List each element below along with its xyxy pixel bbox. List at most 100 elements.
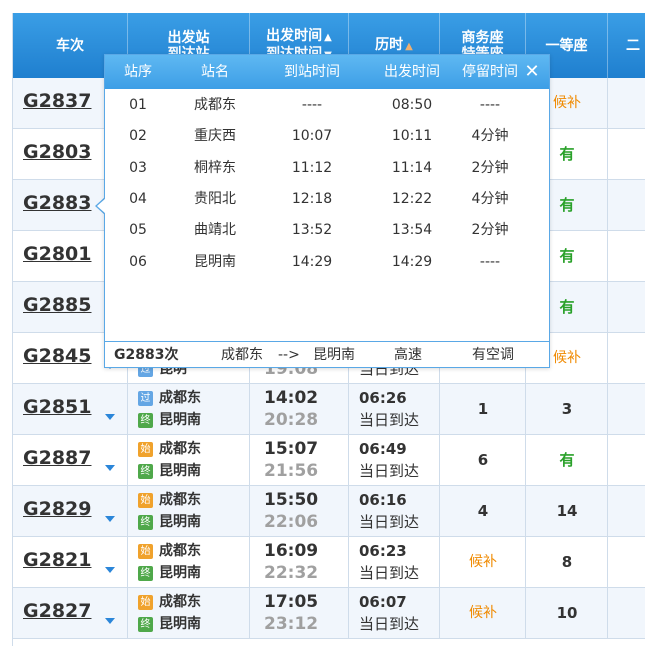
departure-time: 15:07 xyxy=(264,439,319,459)
station-badge-icon: 终 xyxy=(138,617,153,632)
popup-stop-stay: 4分钟 xyxy=(471,190,509,207)
departure-time: 17:05 xyxy=(264,592,319,612)
train-number-link[interactable]: G2887 xyxy=(23,447,91,469)
train-number-link[interactable]: G2827 xyxy=(23,600,91,622)
popup-stop-row: 06 昆明南 14:29 14:29 ---- xyxy=(105,247,549,278)
popup-stop-row: 02 重庆西 10:07 10:11 4分钟 xyxy=(105,121,549,152)
popup-footer: G2883次 成都东 --> 昆明南 高速 有空调 xyxy=(105,341,549,368)
duration: 06:16 xyxy=(359,491,407,509)
station-badge-icon: 始 xyxy=(138,442,153,457)
first-class-seat-status[interactable]: 3 xyxy=(526,384,608,434)
to-station: 终昆明南 xyxy=(138,512,201,532)
popup-stop-row: 01 成都东 ---- 08:50 ---- xyxy=(105,90,549,121)
train-number-link[interactable]: G2821 xyxy=(23,549,91,571)
from-station-name: 成都东 xyxy=(159,543,201,559)
popup-stop-name: 曲靖北 xyxy=(194,222,236,239)
arrival-note: 当日到达 xyxy=(359,615,420,633)
to-station-name: 昆明南 xyxy=(159,412,201,428)
arrival-time: 20:28 xyxy=(264,410,319,430)
to-station-name: 昆明南 xyxy=(159,565,201,581)
header-second-class-label: 二 xyxy=(626,37,640,54)
popup-footer-from: 成都东 xyxy=(221,347,263,363)
arrival-note: 当日到达 xyxy=(359,462,420,480)
popup-stop-seq: 01 xyxy=(129,97,147,113)
train-number-link[interactable]: G2837 xyxy=(23,90,91,112)
popup-stop-row: 03 桐梓东 11:12 11:14 2分钟 xyxy=(105,153,549,184)
popup-footer-type: 高速 xyxy=(394,347,422,363)
from-station-name: 成都东 xyxy=(159,594,201,610)
header-duration-label: 历时 xyxy=(375,36,404,53)
first-class-seat-status[interactable]: 10 xyxy=(526,588,608,638)
table-row: G2827 始成都东终昆明南 17:05 23:12 06:07 当日到达 候补 10 xyxy=(13,588,645,639)
popup-stop-depart: 11:14 xyxy=(391,159,433,176)
table-row: G2851 过成都东终昆明南 14:02 20:28 06:26 当日到达 1 3 xyxy=(13,384,645,435)
station-badge-icon: 终 xyxy=(138,464,153,479)
table-row: G2821 始成都东终昆明南 16:09 22:32 06:23 当日到达 候补 8 xyxy=(13,537,645,588)
station-badge-icon: 终 xyxy=(138,413,153,428)
popup-col-name: 站名 xyxy=(201,64,229,80)
popup-stop-arrive: 12:18 xyxy=(291,190,333,207)
to-station: 终昆明南 xyxy=(138,563,201,583)
popup-stop-arrive: 13:52 xyxy=(291,222,333,239)
popup-stop-depart: 14:29 xyxy=(391,253,433,270)
station-badge-icon: 始 xyxy=(138,544,153,559)
train-number-link[interactable]: G2845 xyxy=(23,345,91,367)
station-badge-icon: 始 xyxy=(138,595,153,610)
first-class-seat-status[interactable]: 8 xyxy=(526,537,608,587)
departure-time: 14:02 xyxy=(264,388,319,408)
arrival-time: 21:56 xyxy=(264,461,319,481)
first-class-seat-status[interactable]: 14 xyxy=(526,486,608,536)
popup-stop-depart: 12:22 xyxy=(391,190,433,207)
business-seat-status[interactable]: 6 xyxy=(440,435,526,485)
popup-stop-arrive: 11:12 xyxy=(291,159,333,176)
chevron-down-icon[interactable] xyxy=(105,414,115,420)
arrival-time: 23:12 xyxy=(264,614,319,634)
arrival-note: 当日到达 xyxy=(359,513,420,531)
business-seat-status[interactable]: 候补 xyxy=(440,537,526,587)
popup-stop-stay: 2分钟 xyxy=(471,222,509,239)
train-number-link[interactable]: G2801 xyxy=(23,243,91,265)
sort-up-icon: ▲ xyxy=(324,31,332,43)
chevron-down-icon[interactable] xyxy=(105,567,115,573)
station-badge-icon: 始 xyxy=(138,493,153,508)
to-station: 终昆明南 xyxy=(138,461,201,481)
train-number-link[interactable]: G2829 xyxy=(23,498,91,520)
chevron-down-icon[interactable] xyxy=(105,465,115,471)
popup-pointer-inner xyxy=(97,198,106,214)
popup-stop-name: 昆明南 xyxy=(194,253,236,270)
from-station: 始成都东 xyxy=(138,439,201,459)
train-number-link[interactable]: G2803 xyxy=(23,141,91,163)
popup-stop-depart: 08:50 xyxy=(391,97,433,113)
header-business-top: 商务座 xyxy=(461,29,504,46)
station-badge-icon: 终 xyxy=(138,566,153,581)
header-train-no-label: 车次 xyxy=(56,37,84,54)
train-number-link[interactable]: G2883 xyxy=(23,192,91,214)
chevron-down-icon[interactable] xyxy=(105,618,115,624)
train-number-link[interactable]: G2885 xyxy=(23,294,91,316)
popup-stop-seq: 02 xyxy=(129,128,147,145)
header-station-top: 出发站 xyxy=(167,29,210,46)
chevron-down-icon[interactable] xyxy=(105,516,115,522)
header-time-top: 出发时间 xyxy=(266,27,323,44)
popup-stop-row: 05 曲靖北 13:52 13:54 2分钟 xyxy=(105,215,549,246)
popup-col-stay: 停留时间 xyxy=(462,64,518,80)
departure-time: 16:09 xyxy=(264,541,319,561)
duration: 06:26 xyxy=(359,389,407,407)
close-icon[interactable]: ✕ xyxy=(521,59,543,85)
popup-stop-name: 贵阳北 xyxy=(194,190,236,207)
popup-stop-depart: 13:54 xyxy=(391,222,433,239)
duration: 06:23 xyxy=(359,542,407,560)
from-station: 始成都东 xyxy=(138,592,201,612)
popup-stop-stay: 2分钟 xyxy=(471,159,509,176)
popup-footer-train: G2883次 xyxy=(114,347,179,363)
arrival-note: 当日到达 xyxy=(359,411,420,429)
first-class-seat-status[interactable]: 有 xyxy=(526,435,608,485)
train-number-link[interactable]: G2851 xyxy=(23,396,91,418)
popup-stop-seq: 04 xyxy=(129,190,147,207)
arrival-time: 22:32 xyxy=(264,563,319,583)
to-station-name: 昆明南 xyxy=(159,463,201,479)
popup-stop-name: 成都东 xyxy=(194,97,236,113)
business-seat-status[interactable]: 4 xyxy=(440,486,526,536)
business-seat-status[interactable]: 1 xyxy=(440,384,526,434)
business-seat-status[interactable]: 候补 xyxy=(440,588,526,638)
